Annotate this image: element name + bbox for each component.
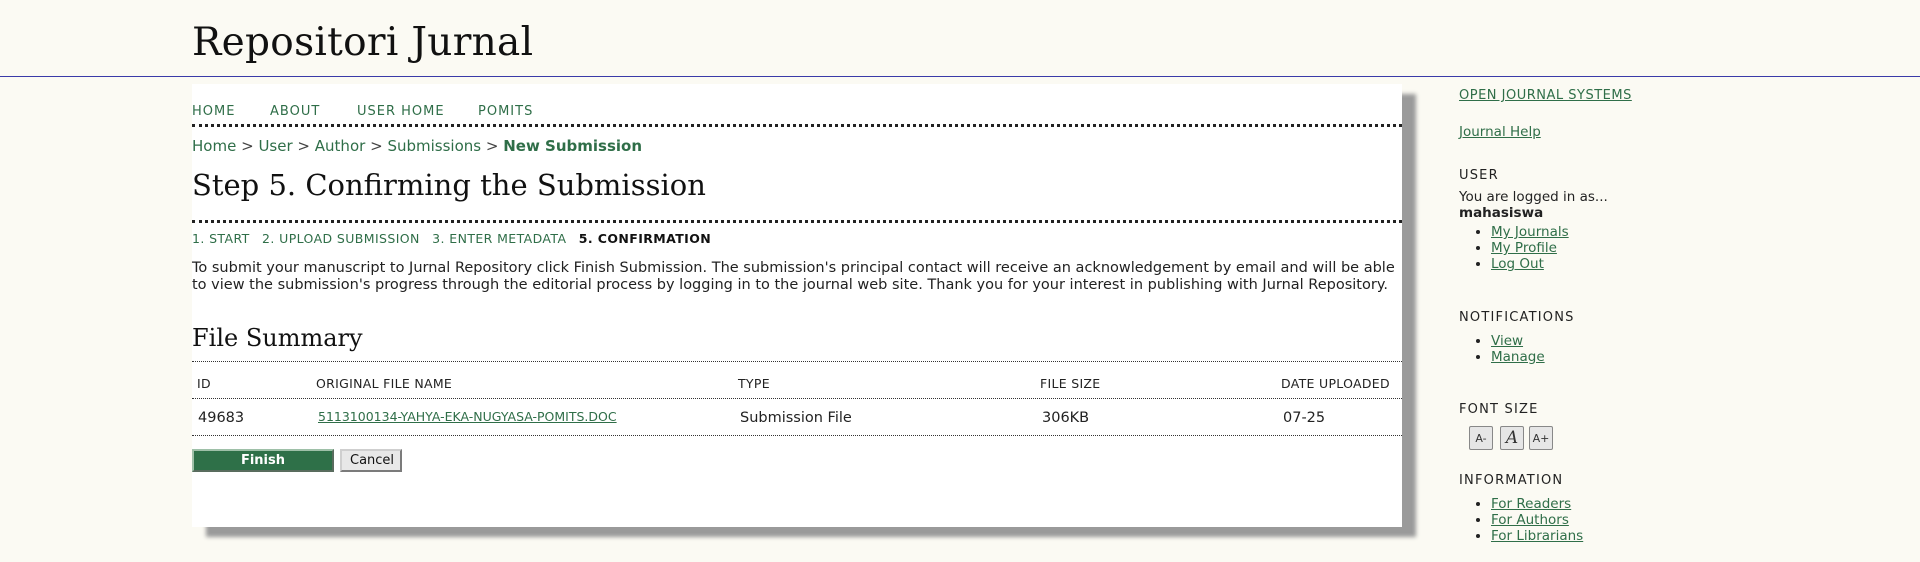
breadcrumb-author[interactable]: Author bbox=[315, 137, 366, 155]
font-size-default-icon[interactable]: A bbox=[1500, 426, 1524, 450]
font-size-smaller-icon[interactable]: A- bbox=[1469, 426, 1493, 450]
column-header-type: TYPE bbox=[738, 376, 770, 391]
list-item: For Readers bbox=[1491, 496, 1583, 512]
notifications-links: View Manage bbox=[1469, 333, 1545, 365]
nav-home[interactable]: HOME bbox=[192, 104, 235, 119]
information-heading: INFORMATION bbox=[1459, 473, 1564, 488]
notifications-heading: NOTIFICATIONS bbox=[1459, 310, 1575, 325]
finish-submission-button[interactable]: Finish Submission bbox=[192, 449, 334, 487]
site-title: Repositori Jurnal bbox=[192, 20, 534, 65]
cell-file-size: 306KB bbox=[1042, 410, 1090, 426]
font-smaller-label: A- bbox=[1475, 432, 1487, 445]
file-name-link[interactable]: 5113100134-YAHYA-EKA-NUGYASA-POMITS.DOC bbox=[318, 409, 617, 424]
step-upload[interactable]: 2. UPLOAD SUBMISSION bbox=[262, 231, 420, 246]
for-authors-link[interactable]: For Authors bbox=[1491, 512, 1569, 528]
information-links: For Readers For Authors For Librarians bbox=[1469, 496, 1583, 544]
column-header-file-name: ORIGINAL FILE NAME bbox=[316, 376, 453, 391]
intro-text: To submit your manuscript to Jurnal Repo… bbox=[192, 260, 1395, 293]
notifications-view-link[interactable]: View bbox=[1491, 333, 1523, 349]
cell-type: Submission File bbox=[740, 410, 852, 426]
font-size-larger-icon[interactable]: A+ bbox=[1529, 426, 1553, 450]
breadcrumb-separator: > bbox=[241, 137, 254, 155]
my-profile-link[interactable]: My Profile bbox=[1491, 240, 1557, 256]
column-header-date: DATE UPLOADED bbox=[1281, 376, 1390, 391]
nav-user-home[interactable]: USER HOME bbox=[357, 104, 445, 119]
breadcrumb-user[interactable]: User bbox=[258, 137, 292, 155]
submission-steps: 1. START 2. UPLOAD SUBMISSION 3. ENTER M… bbox=[192, 231, 719, 246]
breadcrumb: Home > User > Author > Submissions > New… bbox=[192, 137, 642, 155]
breadcrumb-separator: > bbox=[485, 137, 499, 155]
user-heading: USER bbox=[1459, 168, 1499, 183]
for-readers-link[interactable]: For Readers bbox=[1491, 496, 1571, 512]
breadcrumb-separator: > bbox=[297, 137, 310, 155]
logged-in-text: You are logged in as... bbox=[1459, 189, 1608, 205]
main-content: HOME ABOUT USER HOME POMITS Home > User … bbox=[192, 84, 1402, 527]
divider bbox=[192, 220, 1402, 223]
breadcrumb-separator: > bbox=[370, 137, 383, 155]
cell-id: 49683 bbox=[198, 410, 245, 426]
page-title: Step 5. Confirming the Submission bbox=[192, 168, 706, 202]
font-default-label: A bbox=[1505, 428, 1519, 448]
breadcrumb-submissions[interactable]: Submissions bbox=[387, 137, 481, 155]
log-out-link[interactable]: Log Out bbox=[1491, 256, 1544, 272]
list-item: For Authors bbox=[1491, 512, 1583, 528]
list-item: For Librarians bbox=[1491, 528, 1583, 544]
for-librarians-link[interactable]: For Librarians bbox=[1491, 528, 1583, 544]
table-header: ID ORIGINAL FILE NAME TYPE FILE SIZE DAT… bbox=[192, 362, 1402, 399]
nav-pomits[interactable]: POMITS bbox=[478, 104, 533, 119]
list-item: Log Out bbox=[1491, 256, 1569, 272]
user-links: My Journals My Profile Log Out bbox=[1469, 224, 1569, 272]
cancel-button[interactable]: Cancel bbox=[340, 449, 402, 472]
step-metadata[interactable]: 3. ENTER METADATA bbox=[432, 231, 566, 246]
file-summary-heading: File Summary bbox=[192, 324, 363, 352]
column-header-id: ID bbox=[197, 376, 211, 391]
username: mahasiswa bbox=[1459, 205, 1544, 221]
top-nav: HOME ABOUT USER HOME POMITS bbox=[192, 94, 1402, 127]
list-item: View bbox=[1491, 333, 1545, 349]
nav-about[interactable]: ABOUT bbox=[270, 104, 320, 119]
list-item: My Journals bbox=[1491, 224, 1569, 240]
notifications-manage-link[interactable]: Manage bbox=[1491, 349, 1545, 365]
file-summary-table: ID ORIGINAL FILE NAME TYPE FILE SIZE DAT… bbox=[192, 361, 1402, 436]
column-header-file-size: FILE SIZE bbox=[1040, 376, 1101, 391]
breadcrumb-home[interactable]: Home bbox=[192, 137, 236, 155]
step-confirmation: 5. CONFIRMATION bbox=[578, 231, 712, 246]
font-size-heading: FONT SIZE bbox=[1459, 402, 1539, 417]
font-larger-label: A+ bbox=[1532, 432, 1550, 445]
cell-date-uploaded: 07-25 bbox=[1283, 410, 1326, 426]
step-start[interactable]: 1. START bbox=[192, 231, 250, 246]
site-header: Repositori Jurnal bbox=[0, 0, 1920, 77]
open-journal-systems-link[interactable]: OPEN JOURNAL SYSTEMS bbox=[1459, 88, 1632, 103]
my-journals-link[interactable]: My Journals bbox=[1491, 224, 1569, 240]
list-item: My Profile bbox=[1491, 240, 1569, 256]
list-item: Manage bbox=[1491, 349, 1545, 365]
journal-help-link[interactable]: Journal Help bbox=[1459, 124, 1541, 140]
breadcrumb-current[interactable]: New Submission bbox=[503, 137, 642, 155]
